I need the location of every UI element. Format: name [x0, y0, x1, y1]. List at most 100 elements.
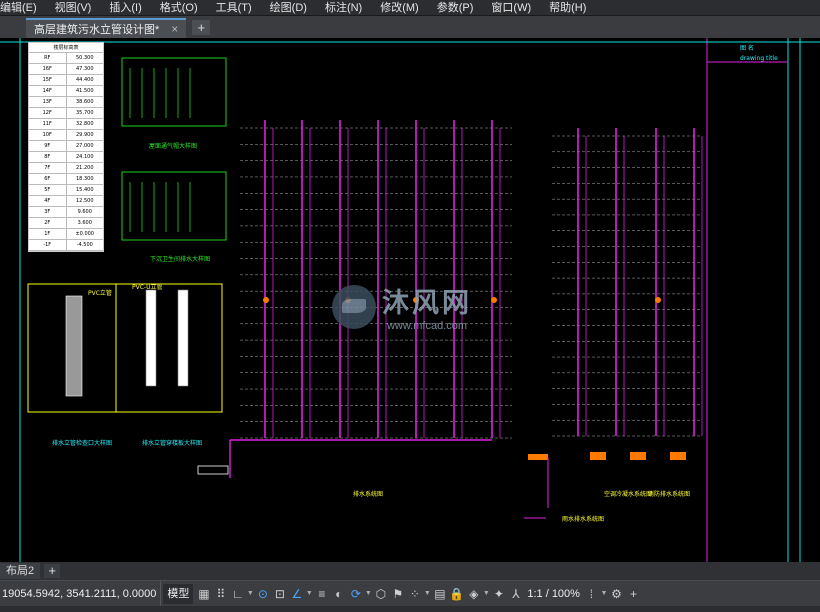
- menu-item[interactable]: 参数(P): [428, 0, 483, 16]
- floor-name: 14F: [29, 86, 67, 96]
- lineweight-icon[interactable]: ≡: [314, 584, 329, 604]
- detail-box: [121, 57, 227, 127]
- floor-elevation: 24.100: [76, 154, 94, 160]
- status-bar: 19054.5942, 3541.2111, 0.0000 模型 ▦ ⠿ ∟ ▼ ⊙ ⊡ ∠…: [0, 580, 820, 607]
- floor-name: 15F: [29, 75, 67, 85]
- floor-elevation: 35.700: [76, 110, 94, 116]
- close-icon[interactable]: ×: [171, 22, 178, 36]
- outlet-marker: [590, 452, 606, 460]
- otrack-icon[interactable]: ∠: [289, 584, 304, 604]
- pvc-pipe: [65, 295, 83, 397]
- menu-item[interactable]: 格式(O): [151, 0, 207, 16]
- lock-ui-icon[interactable]: 🔒: [449, 584, 464, 604]
- floor-elevation-table: 楼层标高表 RF 50.300 16F 47.300 15F 44.400 14F 41.50…: [28, 42, 104, 252]
- floor-elevation: 3.600: [77, 220, 92, 226]
- workspace-icon[interactable]: ✦: [491, 584, 506, 604]
- annotation-monitor-icon[interactable]: ⚑: [390, 584, 405, 604]
- menu-item[interactable]: 修改(M): [371, 0, 428, 16]
- polar-icon[interactable]: ⊙: [255, 584, 270, 604]
- chevron-down-icon[interactable]: ▼: [364, 584, 372, 604]
- table-row: 2F 3.600: [29, 218, 103, 229]
- osnap-icon[interactable]: ⊡: [272, 584, 287, 604]
- floor-name: 7F: [29, 163, 67, 173]
- outlet-marker: [630, 452, 646, 460]
- grid-icon[interactable]: ▦: [196, 584, 211, 604]
- watermark: 沐风网 www.mfcad.com: [332, 281, 472, 332]
- system-label: 雨水排水系统图: [562, 516, 605, 523]
- floor-elevation: 15.400: [76, 187, 94, 193]
- model-space-button[interactable]: 模型: [163, 583, 194, 604]
- detail-label: 排水立管穿楼板大样图: [142, 440, 203, 447]
- detail-box: [27, 283, 223, 413]
- table-row: 16F 47.300: [29, 64, 103, 75]
- 3dosnap-icon[interactable]: ⬡: [373, 584, 388, 604]
- menu-item[interactable]: 工具(T): [207, 0, 261, 16]
- floor-name: 4F: [29, 196, 67, 206]
- table-row: -1F -4.500: [29, 240, 103, 251]
- menu-item[interactable]: 窗口(W): [482, 0, 540, 16]
- floor-elevation: 41.500: [76, 88, 94, 94]
- outlet-marker: [670, 452, 686, 460]
- outlet-marker: [528, 454, 548, 460]
- quick-properties-icon[interactable]: ▤: [432, 584, 447, 604]
- floor-name: 10F: [29, 130, 67, 140]
- floor-name: 9F: [29, 141, 67, 151]
- table-row: 11F 32.800: [29, 119, 103, 130]
- menu-item[interactable]: 视图(V): [46, 0, 101, 16]
- detail-label: 屋面通气帽大样图: [149, 143, 198, 150]
- outlet-dot: [655, 297, 661, 303]
- floor-name: 13F: [29, 97, 67, 107]
- document-tab[interactable]: 高层建筑污水立管设计图* ×: [26, 18, 187, 38]
- menu-item[interactable]: 插入(I): [100, 0, 150, 16]
- chevron-down-icon[interactable]: ▼: [482, 584, 490, 604]
- add-layout-button[interactable]: +: [44, 564, 61, 578]
- drawing-canvas[interactable]: 楼层标高表 RF 50.300 16F 47.300 15F 44.400 14F 41.50…: [0, 38, 820, 562]
- table-row: 1F ±0.000: [29, 229, 103, 240]
- units-icon[interactable]: ⁘: [407, 584, 422, 604]
- chevron-down-icon[interactable]: ▼: [423, 584, 431, 604]
- floor-name: 6F: [29, 174, 67, 184]
- plus-icon[interactable]: +: [626, 584, 641, 604]
- chevron-down-icon[interactable]: ▼: [246, 584, 254, 604]
- bottom-strip: [0, 606, 820, 612]
- table-row: 4F 12.500: [29, 196, 103, 207]
- system-label: 空调冷凝水系统图: [604, 491, 653, 498]
- outlet-dot: [491, 297, 497, 303]
- gear-icon[interactable]: ⚙: [609, 584, 624, 604]
- title-block-label: 图 名: [740, 45, 754, 52]
- table-row: 7F 21.200: [29, 163, 103, 174]
- annotation-scale-icon[interactable]: ⅄: [508, 584, 523, 604]
- table-row: 15F 44.400: [29, 75, 103, 86]
- chevron-down-icon[interactable]: ▼: [600, 584, 608, 604]
- floor-name: 8F: [29, 152, 67, 162]
- floor-elevation: 50.300: [76, 55, 94, 61]
- isolate-icon[interactable]: ◈: [466, 584, 481, 604]
- floor-name: -1F: [29, 240, 67, 250]
- pvc-pipe: [145, 289, 157, 387]
- transparency-icon[interactable]: ◐: [331, 584, 346, 604]
- menu-item[interactable]: 标注(N): [316, 0, 371, 16]
- customize-icon[interactable]: ⁞: [584, 584, 599, 604]
- snap-icon[interactable]: ⠿: [213, 584, 228, 604]
- menu-bar: 编辑(E) 视图(V) 插入(I) 格式(O) 工具(T) 绘图(D) 标注(N) 修改(M)…: [0, 0, 820, 16]
- detail-box: [121, 171, 227, 241]
- layout-tab[interactable]: 布局2: [0, 563, 41, 579]
- detail-label: 排水立管检查口大样图: [52, 440, 113, 447]
- document-tab-title: 高层建筑污水立管设计图*: [34, 24, 160, 36]
- floor-table-header: 楼层标高表: [29, 43, 103, 53]
- table-row: 12F 35.700: [29, 108, 103, 119]
- menu-item[interactable]: 帮助(H): [540, 0, 595, 16]
- selection-cycling-icon[interactable]: ⟳: [348, 584, 363, 604]
- annotation-scale[interactable]: 1:1 / 100%: [524, 588, 583, 600]
- floor-name: RF: [29, 53, 67, 63]
- floor-name: 16F: [29, 64, 67, 74]
- pvc-label: PVC立管: [88, 290, 112, 297]
- chevron-down-icon[interactable]: ▼: [305, 584, 313, 604]
- menu-item[interactable]: 编辑(E): [0, 0, 46, 16]
- menu-item[interactable]: 绘图(D): [261, 0, 316, 16]
- table-row: RF 50.300: [29, 53, 103, 64]
- title-block-sub: drawing title: [740, 55, 778, 62]
- new-tab-button[interactable]: +: [192, 20, 211, 35]
- ortho-icon[interactable]: ∟: [230, 584, 245, 604]
- watermark-logo-icon: [332, 284, 376, 329]
